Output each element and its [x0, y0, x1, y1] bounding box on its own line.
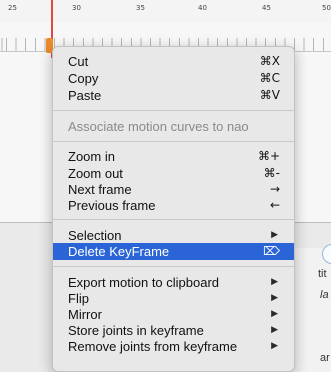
menu-separator [53, 266, 294, 267]
submenu-arrow-icon: ▶ [271, 277, 278, 287]
menu-item-zoom-out[interactable]: Zoom out ⌘- [53, 165, 294, 182]
menu-item-label: Flip [68, 291, 89, 306]
menu-item-label: Export motion to clipboard [68, 275, 220, 290]
menu-item-paste[interactable]: Paste ⌘V [53, 87, 294, 104]
menu-item-label: Associate motion curves to nao [68, 119, 249, 134]
ruler-label: 25 [8, 4, 17, 12]
menu-item-mirror[interactable]: Mirror ▶ [53, 306, 294, 323]
background-text: la [320, 289, 329, 301]
shortcut-label: ⌘V [259, 88, 280, 102]
menu-item-associate-curves: Associate motion curves to nao [53, 118, 294, 135]
menu-item-label: Remove joints from keyframe [68, 339, 238, 354]
menu-item-copy[interactable]: Copy ⌘C [53, 70, 294, 87]
menu-item-remove-joints[interactable]: Remove joints from keyframe ▶ [53, 338, 294, 355]
submenu-arrow-icon: ▶ [271, 325, 278, 335]
background-text: tit [318, 268, 327, 280]
menu-item-export-motion[interactable]: Export motion to clipboard ▶ [53, 274, 294, 291]
menu-item-delete-keyframe[interactable]: Delete KeyFrame ⌦ [53, 243, 294, 260]
shortcut-label: ⌘C [259, 71, 280, 85]
shortcut-label: ⌘X [259, 54, 280, 68]
shortcut-label: ⌘- [263, 166, 280, 180]
right-arrow-icon: → [269, 182, 280, 196]
ruler-label: 50 [322, 4, 331, 12]
background-text: ar [320, 352, 330, 364]
menu-item-flip[interactable]: Flip ▶ [53, 290, 294, 307]
menu-item-label: Paste [68, 88, 102, 103]
menu-item-store-joints[interactable]: Store joints in keyframe ▶ [53, 322, 294, 339]
menu-item-label: Zoom out [68, 166, 123, 181]
menu-item-label: Delete KeyFrame [68, 244, 170, 259]
menu-item-label: Zoom in [68, 149, 115, 164]
submenu-arrow-icon: ▶ [271, 309, 278, 319]
submenu-arrow-icon: ▶ [271, 230, 278, 240]
ruler-label: 35 [136, 4, 145, 12]
left-arrow-icon: ← [269, 198, 280, 212]
menu-item-label: Previous frame [68, 198, 156, 213]
timeline-ruler[interactable]: 25 30 35 40 45 50 [0, 0, 331, 23]
menu-separator [53, 141, 294, 142]
menu-item-label: Next frame [68, 182, 132, 197]
menu-item-label: Store joints in keyframe [68, 323, 204, 338]
menu-item-next-frame[interactable]: Next frame → [53, 181, 294, 198]
submenu-arrow-icon: ▶ [271, 341, 278, 351]
ruler-label: 45 [262, 4, 271, 12]
menu-item-label: Cut [68, 54, 89, 69]
ruler-label: 30 [72, 4, 81, 12]
menu-item-selection[interactable]: Selection ▶ [53, 227, 294, 244]
submenu-arrow-icon: ▶ [271, 293, 278, 303]
shortcut-label: ⌘+ [257, 149, 280, 163]
menu-item-previous-frame[interactable]: Previous frame ← [53, 197, 294, 214]
menu-item-label: Mirror [68, 307, 102, 322]
menu-item-label: Selection [68, 228, 122, 243]
menu-item-cut[interactable]: Cut ⌘X [53, 53, 294, 70]
menu-item-label: Copy [68, 71, 99, 86]
context-menu: Cut ⌘X Copy ⌘C Paste ⌘V Associate motion… [52, 46, 295, 372]
ruler-label: 40 [198, 4, 207, 12]
menu-separator [53, 219, 294, 220]
menu-item-zoom-in[interactable]: Zoom in ⌘+ [53, 148, 294, 165]
forward-delete-icon: ⌦ [263, 244, 280, 258]
menu-separator [53, 110, 294, 111]
